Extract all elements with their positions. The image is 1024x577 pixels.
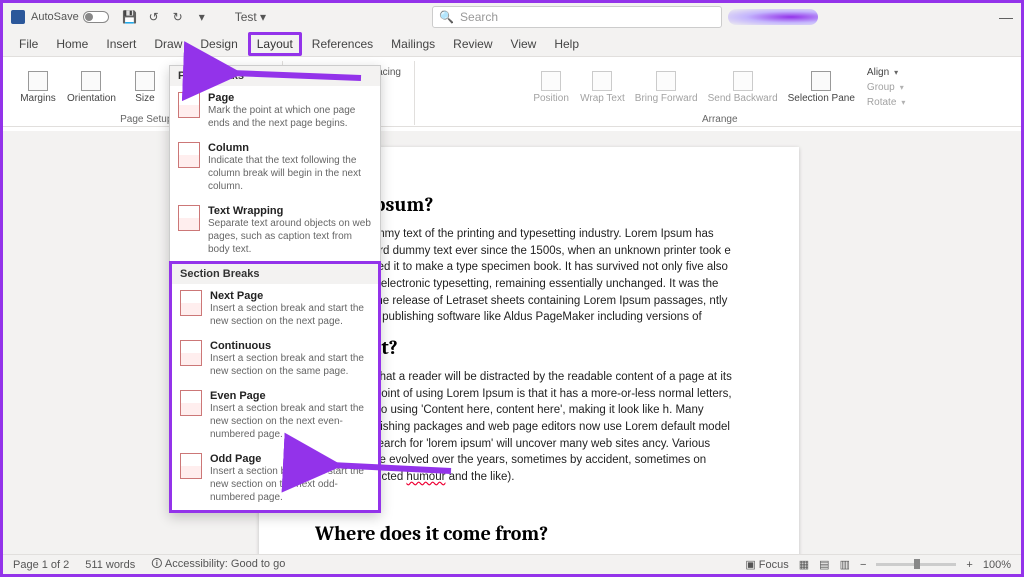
document-title[interactable]: Test ▾ [235,10,266,24]
break-next-page[interactable]: Next PageInsert a section break and star… [172,284,378,334]
focus-button[interactable]: ▣ Focus [745,558,788,571]
tab-insert[interactable]: Insert [98,33,144,55]
search-input[interactable]: 🔍 Search [432,6,722,28]
align-button[interactable]: Align [863,66,909,79]
word-count[interactable]: 511 words [85,559,135,571]
qat-dropdown-icon[interactable]: ▾ [195,10,209,24]
bringforward-button[interactable]: Bring Forward [633,69,700,106]
break-column[interactable]: ColumnIndicate that the text following t… [170,136,380,199]
user-account[interactable] [728,9,818,25]
position-button[interactable]: Position [530,69,572,106]
zoom-in-icon[interactable]: + [966,559,972,571]
undo-icon[interactable]: ↺ [147,10,161,24]
title-bar: AutoSave 💾 ↺ ↻ ▾ Test ▾ 🔍 Search — [3,3,1021,31]
tab-layout[interactable]: Layout [248,32,302,56]
view-read-icon[interactable]: ▤ [819,558,829,571]
search-icon: 🔍 [439,10,454,24]
status-bar: Page 1 of 2 511 words 🛈 Accessibility: G… [3,554,1021,574]
document-area[interactable]: orem Ipsum? is simply dummy text of the … [3,131,1021,554]
tab-references[interactable]: References [304,33,381,55]
quick-access-toolbar: 💾 ↺ ↻ ▾ [123,10,209,24]
group-arrange: Position Wrap Text Bring Forward Send Ba… [427,61,1013,125]
sendbackward-button[interactable]: Send Backward [706,69,780,106]
margins-button[interactable]: Margins [17,69,59,106]
section-breaks-header: Section Breaks [172,264,378,284]
group-label-arrange: Arrange [702,114,738,125]
view-web-icon[interactable]: ▥ [840,558,850,571]
tab-design[interactable]: Design [192,33,245,55]
autosave-toggle[interactable]: AutoSave [31,11,109,23]
tab-view[interactable]: View [503,33,545,55]
tab-home[interactable]: Home [48,33,96,55]
break-text-wrapping[interactable]: Text WrappingSeparate text around object… [170,199,380,262]
tab-file[interactable]: File [11,33,46,55]
size-button[interactable]: Size [124,69,166,106]
view-print-icon[interactable]: ▦ [799,558,809,571]
tab-help[interactable]: Help [546,33,587,55]
selectionpane-button[interactable]: Selection Pane [786,69,857,106]
window-controls: — [999,9,1013,25]
tab-mailings[interactable]: Mailings [383,33,443,55]
ribbon-tabs: File Home Insert Draw Design Layout Refe… [3,31,1021,57]
break-odd-page[interactable]: Odd PageInsert a section break and start… [172,447,378,510]
app-icon [11,10,25,24]
breaks-dropdown: Page Breaks PageMark the point at which … [169,65,381,513]
tab-review[interactable]: Review [445,33,500,55]
redo-icon[interactable]: ↻ [171,10,185,24]
group-label-page-setup: Page Setup [120,114,172,125]
save-icon[interactable]: 💾 [123,10,137,24]
rotate-button[interactable]: Rotate [863,96,909,109]
break-continuous[interactable]: ContinuousInsert a section break and sta… [172,334,378,384]
page-indicator[interactable]: Page 1 of 2 [13,559,69,571]
break-page[interactable]: PageMark the point at which one page end… [170,86,380,136]
minimize-icon[interactable]: — [999,9,1013,25]
zoom-slider[interactable] [876,563,956,566]
break-even-page[interactable]: Even PageInsert a section break and star… [172,384,378,447]
page-breaks-header: Page Breaks [170,66,380,86]
zoom-level[interactable]: 100% [983,559,1011,571]
ribbon: Margins Orientation Size Columns Breaks … [3,57,1021,127]
orientation-button[interactable]: Orientation [65,69,118,106]
group-button[interactable]: Group [863,81,909,94]
zoom-out-icon[interactable]: − [860,559,866,571]
tab-draw[interactable]: Draw [146,33,190,55]
heading-3[interactable]: Where does it come from? [315,522,743,545]
accessibility-status[interactable]: 🛈 Accessibility: Good to go [151,555,285,574]
wraptext-button[interactable]: Wrap Text [578,69,627,106]
